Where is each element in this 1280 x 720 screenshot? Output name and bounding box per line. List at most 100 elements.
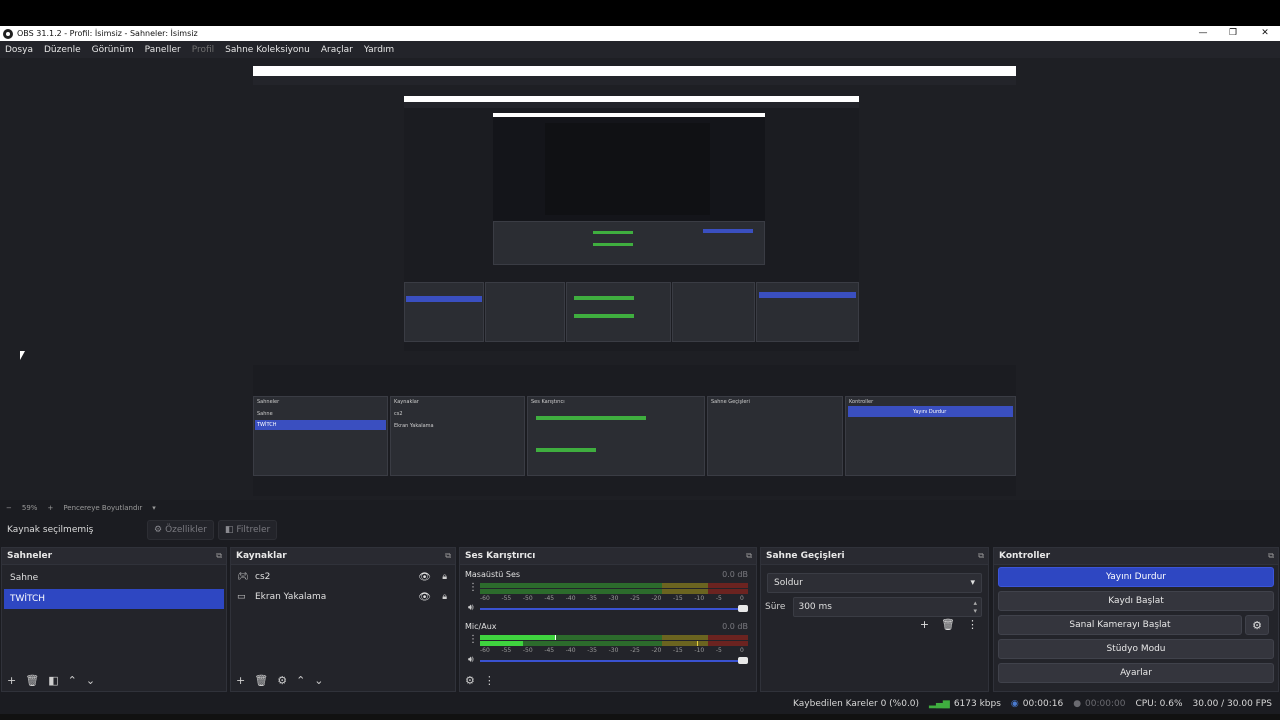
- screen-bottom-edge: [0, 714, 1280, 720]
- remove-scene-icon[interactable]: 🗑: [25, 674, 39, 687]
- add-scene-icon[interactable]: +: [7, 674, 16, 687]
- filters-label: Filtreler: [236, 525, 271, 535]
- speaker-icon[interactable]: 🔊︎: [468, 655, 474, 665]
- undock-icon[interactable]: ⧉: [978, 551, 984, 561]
- menu-duzenle[interactable]: Düzenle: [44, 45, 81, 55]
- source-properties-icon[interactable]: ⚙: [277, 674, 287, 687]
- scene-item-selected[interactable]: TWİTCH: [4, 589, 224, 609]
- menu-bar: Dosya Düzenle Görünüm Paneller Profil Sa…: [0, 41, 1280, 58]
- scale-tick: -5: [715, 647, 722, 654]
- scale-tick: -5: [715, 595, 722, 602]
- properties-button[interactable]: ⚙ Özellikler: [147, 520, 214, 540]
- menu-gorunum[interactable]: Görünüm: [92, 45, 134, 55]
- menu-profil[interactable]: Profil: [192, 45, 214, 55]
- transition-buttons: + 🗑 ⋮: [920, 618, 978, 631]
- zoom-bar: − 59% + Pencereye Boyutlandır ▾: [0, 500, 1280, 515]
- undock-icon[interactable]: ⧉: [445, 551, 451, 561]
- mixer-footer: ⚙ ⋮: [460, 669, 756, 691]
- properties-label: Özellikler: [165, 525, 207, 535]
- undock-icon[interactable]: ⧉: [1268, 551, 1274, 561]
- remove-transition-icon[interactable]: 🗑: [941, 618, 955, 631]
- transitions-title: Sahne Geçişleri: [766, 551, 845, 561]
- scale-tick: -45: [544, 595, 555, 602]
- volume-slider-handle[interactable]: [738, 605, 748, 612]
- duration-label: Süre: [765, 602, 786, 612]
- duration-spinbox[interactable]: 300 ms ▴ ▾: [793, 597, 982, 617]
- add-source-icon[interactable]: +: [236, 674, 245, 687]
- stop-stream-button[interactable]: Yayını Durdur: [998, 567, 1274, 587]
- kebab-menu-icon[interactable]: ⋮: [468, 582, 478, 593]
- captured-inner-screen: [404, 96, 859, 351]
- monitor-icon: ▭: [237, 592, 246, 602]
- preview-canvas[interactable]: Sahneler Sahne TWİTCH Kaynaklar cs2 Ekra…: [0, 58, 1280, 500]
- move-down-icon[interactable]: ⌄: [314, 674, 323, 687]
- eye-icon[interactable]: 👁︎: [418, 592, 431, 603]
- transition-select[interactable]: Soldur ▾: [767, 573, 982, 593]
- kebab-menu-icon[interactable]: ⋮: [484, 674, 495, 687]
- filter-icon: ◧: [224, 525, 234, 535]
- lock-icon[interactable]: 🔒︎: [442, 572, 447, 582]
- signal-bars-icon: ▂▄▆: [929, 699, 950, 709]
- menu-paneller[interactable]: Paneller: [145, 45, 181, 55]
- zoom-dropdown-icon[interactable]: ▾: [152, 504, 156, 512]
- zoom-in-button[interactable]: +: [47, 504, 53, 512]
- stream-time: 00:00:16: [1022, 699, 1064, 709]
- captured-menubar: [253, 76, 1016, 85]
- zoom-out-button[interactable]: −: [6, 504, 12, 512]
- move-up-icon[interactable]: ⌃: [68, 674, 77, 687]
- menu-sahne-koleksiyonu[interactable]: Sahne Koleksiyonu: [225, 45, 310, 55]
- audio-mixer-dock: Ses Karıştırıcı ⧉ Masaüstü Ses 0.0 dB ⋮ …: [459, 547, 757, 692]
- virtual-camera-label: Sanal Kamerayı Başlat: [1069, 620, 1171, 630]
- menu-dosya[interactable]: Dosya: [5, 45, 33, 55]
- kebab-menu-icon[interactable]: ⋮: [468, 634, 478, 645]
- maximize-button[interactable]: ❐: [1218, 26, 1248, 41]
- sources-dock: Kaynaklar ⧉ 🎮︎ cs2 👁︎ 🔒︎ ▭ Ekran Yakalam…: [230, 547, 456, 692]
- scene-filters-icon[interactable]: ◧: [48, 674, 58, 687]
- volume-slider[interactable]: [480, 605, 748, 612]
- start-record-button[interactable]: Kaydı Başlat: [998, 591, 1274, 611]
- speaker-icon[interactable]: 🔊︎: [468, 603, 474, 613]
- move-down-icon[interactable]: ⌄: [86, 674, 95, 687]
- source-name: cs2: [255, 572, 271, 582]
- add-transition-icon[interactable]: +: [920, 618, 929, 631]
- captured-screen-image: Sahneler Sahne TWİTCH Kaynaklar cs2 Ekra…: [253, 66, 1016, 496]
- undock-icon[interactable]: ⧉: [216, 551, 222, 561]
- audio-settings-icon[interactable]: ⚙: [465, 674, 475, 687]
- scale-tick: -15: [672, 647, 683, 654]
- eye-icon[interactable]: 👁︎: [418, 572, 431, 583]
- stream-time-indicator: ◉ 00:00:16: [1011, 699, 1063, 709]
- studio-mode-button[interactable]: Stüdyo Modu: [998, 639, 1274, 659]
- menu-araclar[interactable]: Araçlar: [321, 45, 353, 55]
- volume-meter: [480, 635, 748, 640]
- scale-tick: -15: [672, 595, 683, 602]
- mixer-title: Ses Karıştırıcı: [465, 551, 536, 561]
- record-time: 00:00:00: [1085, 699, 1126, 709]
- fit-to-window-label[interactable]: Pencereye Boyutlandır: [63, 504, 142, 512]
- scale-tick: -10: [694, 595, 705, 602]
- title-bar: OBS 31.1.2 - Profil: İsimsiz - Sahneler:…: [0, 26, 1280, 41]
- captured-transitions-dock: [707, 396, 843, 476]
- volume-slider[interactable]: [480, 657, 748, 664]
- remove-source-icon[interactable]: 🗑: [254, 674, 268, 687]
- minimize-button[interactable]: —: [1188, 26, 1218, 41]
- undock-icon[interactable]: ⧉: [746, 551, 752, 561]
- filters-button[interactable]: ◧ Filtreler: [217, 520, 278, 540]
- scene-item[interactable]: Sahne: [4, 568, 224, 588]
- virtual-camera-settings-icon[interactable]: ⚙: [1245, 615, 1269, 635]
- move-up-icon[interactable]: ⌃: [296, 674, 305, 687]
- zoom-value: 59%: [21, 503, 38, 512]
- menu-yardim[interactable]: Yardım: [364, 45, 394, 55]
- virtual-camera-button[interactable]: Sanal Kamerayı Başlat ⚙: [998, 615, 1269, 635]
- source-item[interactable]: 🎮︎ cs2 👁︎ 🔒︎: [231, 567, 455, 587]
- scale-tick: -35: [587, 595, 597, 602]
- scale-tick: -20: [651, 647, 662, 654]
- lock-icon[interactable]: 🔒︎: [442, 592, 447, 602]
- settings-button[interactable]: Ayarlar: [998, 663, 1274, 683]
- source-item[interactable]: ▭ Ekran Yakalama 👁︎ 🔒︎: [231, 587, 455, 607]
- scale-tick: -10: [694, 647, 705, 654]
- scale-tick: -35: [587, 647, 597, 654]
- kebab-menu-icon[interactable]: ⋮: [967, 618, 978, 631]
- spin-arrows-icon[interactable]: ▴ ▾: [973, 599, 977, 615]
- volume-slider-handle[interactable]: [738, 657, 748, 664]
- close-button[interactable]: ✕: [1250, 26, 1280, 41]
